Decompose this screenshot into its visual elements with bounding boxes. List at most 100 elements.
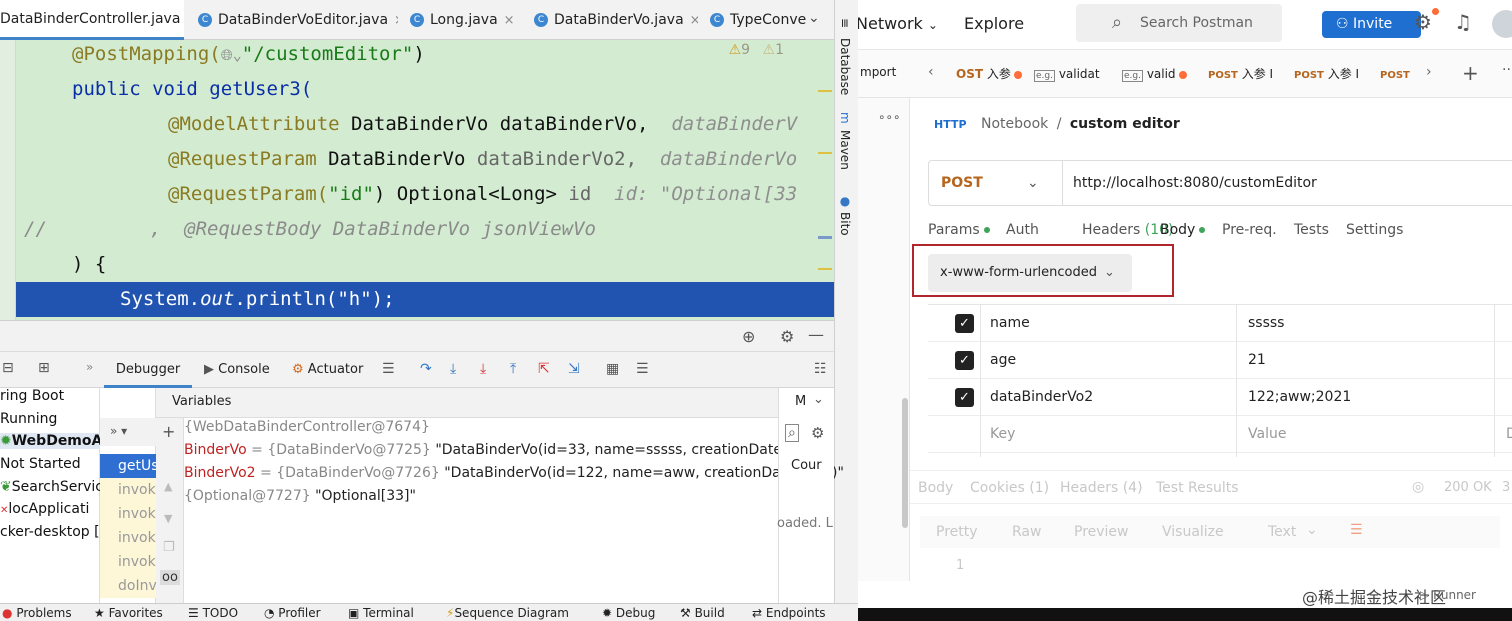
bell-icon[interactable]: ♫ bbox=[1454, 10, 1472, 34]
scrollbar[interactable] bbox=[902, 398, 908, 528]
format-select[interactable]: Text bbox=[1268, 524, 1296, 540]
search-icon[interactable]: ⌕ bbox=[785, 424, 799, 442]
view-visualize[interactable]: Visualize bbox=[1162, 524, 1224, 540]
row-key[interactable]: dataBinderVo2 bbox=[990, 389, 1093, 405]
step-over-icon[interactable]: ↷ bbox=[420, 361, 432, 377]
service-group[interactable]: ring Boot bbox=[0, 388, 64, 404]
step-into-icon[interactable]: ⤓ bbox=[450, 361, 456, 377]
code-editor[interactable]: ⚠9 ⚠1 @PostMapping(🌐︎⌄"/customEditor") p… bbox=[0, 40, 834, 320]
down-arrow-icon[interactable]: ▼ bbox=[164, 512, 172, 525]
request-tab[interactable]: POST bbox=[1380, 50, 1410, 98]
value-placeholder[interactable]: Value bbox=[1248, 426, 1286, 442]
add-watch-icon[interactable]: + bbox=[162, 422, 175, 441]
maven-tool-label[interactable]: Maven bbox=[838, 130, 852, 170]
chevron-right-icon[interactable]: › bbox=[1426, 64, 1432, 80]
frame-item-selected[interactable]: getUs bbox=[100, 454, 156, 478]
database-tool-label[interactable]: Database bbox=[838, 38, 852, 95]
status-todo[interactable]: ☰ TODO bbox=[188, 606, 238, 620]
chevron-down-icon[interactable]: ⌄ bbox=[1306, 522, 1318, 538]
more-icon[interactable]: ∘∘∘ bbox=[878, 110, 901, 124]
settings-icon[interactable]: ⚙ bbox=[1414, 10, 1432, 34]
close-icon[interactable]: × bbox=[690, 13, 698, 28]
tab-databindercontroller[interactable]: DataBinderController.java × bbox=[0, 0, 184, 40]
close-icon[interactable]: × bbox=[504, 13, 515, 28]
service-item[interactable]: ❦SearchServic bbox=[0, 479, 103, 495]
key-placeholder[interactable]: Key bbox=[990, 426, 1015, 442]
gear-icon[interactable]: ⚙ bbox=[811, 424, 824, 442]
status-terminal[interactable]: ▣ Terminal bbox=[348, 606, 414, 620]
row-checkbox[interactable]: ✓ bbox=[955, 314, 974, 333]
frame-item[interactable]: invok bbox=[100, 478, 156, 502]
new-tab-icon[interactable]: + bbox=[1462, 61, 1479, 85]
view-preview[interactable]: Preview bbox=[1074, 524, 1129, 540]
request-tab[interactable]: OST 入参 bbox=[956, 50, 1022, 98]
status-build[interactable]: ⚒ Build bbox=[680, 606, 725, 620]
tab-test-results[interactable]: Test Results bbox=[1156, 480, 1239, 496]
copy-icon[interactable]: ❐ bbox=[163, 540, 175, 555]
tab-debugger[interactable]: Debugger bbox=[104, 352, 192, 388]
avatar[interactable] bbox=[1492, 10, 1512, 38]
request-tab[interactable]: e.g. valid bbox=[1122, 50, 1187, 98]
drop-frame-icon[interactable]: ⇱ bbox=[538, 361, 550, 377]
row-value[interactable]: 122;aww;2021 bbox=[1248, 389, 1351, 405]
up-arrow-icon[interactable]: ▲ bbox=[164, 480, 172, 493]
frame-item[interactable]: invok bbox=[100, 502, 156, 526]
variable-row[interactable]: {Optional@7727} "Optional[33]" bbox=[184, 488, 416, 504]
run-to-cursor-icon[interactable]: ⇲ bbox=[568, 361, 580, 377]
breadcrumb-collection[interactable]: Notebook bbox=[981, 116, 1048, 132]
view-pretty[interactable]: Pretty bbox=[936, 524, 978, 540]
tab-prerequest[interactable]: Pre-req. bbox=[1222, 222, 1277, 238]
service-item[interactable]: ✕locApplicati bbox=[0, 501, 89, 517]
glasses-icon[interactable]: oo bbox=[160, 570, 180, 585]
row-checkbox[interactable]: ✓ bbox=[955, 351, 974, 370]
service-item-docker[interactable]: cker-desktop [d bbox=[0, 524, 108, 540]
status-problems[interactable]: ● Problems bbox=[2, 606, 72, 620]
description-placeholder[interactable]: D bbox=[1506, 426, 1512, 442]
method-select[interactable]: POST ⌄ bbox=[929, 161, 1063, 205]
tab-body[interactable]: Body bbox=[1160, 222, 1206, 238]
crosshair-icon[interactable]: ⊕ bbox=[742, 327, 755, 346]
trace-icon[interactable]: ☰ bbox=[636, 361, 649, 377]
status-sequence-diagram[interactable]: ⚡Sequence Diagram bbox=[446, 606, 569, 620]
tab-console[interactable]: ▶ Console bbox=[204, 352, 270, 388]
menu-icon[interactable]: ☰ bbox=[382, 361, 395, 377]
row-key[interactable]: name bbox=[990, 315, 1030, 331]
row-value[interactable]: 21 bbox=[1248, 352, 1266, 368]
request-tab[interactable]: e.g. validat bbox=[1034, 50, 1100, 98]
status-debug[interactable]: ✹ Debug bbox=[602, 606, 655, 620]
settings-icon[interactable]: ☷ bbox=[814, 361, 827, 377]
service-group-not-started[interactable]: Not Started bbox=[0, 456, 81, 472]
layout-icon[interactable]: ⊟ bbox=[2, 360, 14, 376]
tab-actuator[interactable]: ⚙ Actuator bbox=[292, 352, 363, 388]
variable-row[interactable]: {WebDataBinderController@7674} bbox=[184, 419, 430, 435]
inspection-widget[interactable]: ⚠9 ⚠1 bbox=[729, 42, 784, 58]
frame-item[interactable]: doInv bbox=[100, 574, 156, 598]
force-step-into-icon[interactable]: ⤓ bbox=[480, 361, 486, 377]
frame-item[interactable]: invok bbox=[100, 526, 156, 550]
tab-long[interactable]: C Long.java × bbox=[402, 0, 524, 40]
tab-params[interactable]: Params bbox=[928, 222, 990, 238]
tab-settings[interactable]: Settings bbox=[1346, 222, 1403, 238]
search-input[interactable]: ⌕ Search Postman bbox=[1076, 4, 1282, 42]
chevron-left-icon[interactable]: ‹ bbox=[928, 64, 934, 80]
url-input[interactable]: http://localhost:8080/customEditor bbox=[1073, 161, 1317, 205]
tab-databindervo[interactable]: C DataBinderVo.java × bbox=[526, 0, 698, 40]
tab-typeconverter[interactable]: C TypeConve bbox=[702, 0, 806, 40]
import-button[interactable]: mport bbox=[860, 65, 896, 79]
row-key[interactable]: age bbox=[990, 352, 1016, 368]
more-icon[interactable]: » bbox=[86, 360, 93, 374]
row-checkbox[interactable]: ✓ bbox=[955, 388, 974, 407]
status-profiler[interactable]: ◔ Profiler bbox=[264, 606, 321, 620]
panel-item[interactable]: Cour bbox=[791, 458, 822, 473]
minimize-icon[interactable]: — bbox=[808, 325, 824, 344]
close-icon[interactable]: × bbox=[394, 13, 398, 28]
step-out-icon[interactable]: ⤒ bbox=[510, 361, 516, 377]
invite-button[interactable]: ⚇ Invite bbox=[1322, 11, 1421, 38]
wrap-icon[interactable]: ☰ bbox=[1350, 522, 1363, 538]
status-favorites[interactable]: ★ Favorites bbox=[94, 606, 163, 620]
request-tab[interactable]: POST 入参 I bbox=[1294, 50, 1359, 98]
variable-row[interactable]: BinderVo2 = {DataBinderVo@7726} "DataBin… bbox=[184, 465, 844, 481]
status-endpoints[interactable]: ⇄ Endpoints bbox=[752, 606, 826, 620]
frame-item[interactable]: invok bbox=[100, 550, 156, 574]
tab-response-body[interactable]: Body bbox=[918, 480, 953, 496]
